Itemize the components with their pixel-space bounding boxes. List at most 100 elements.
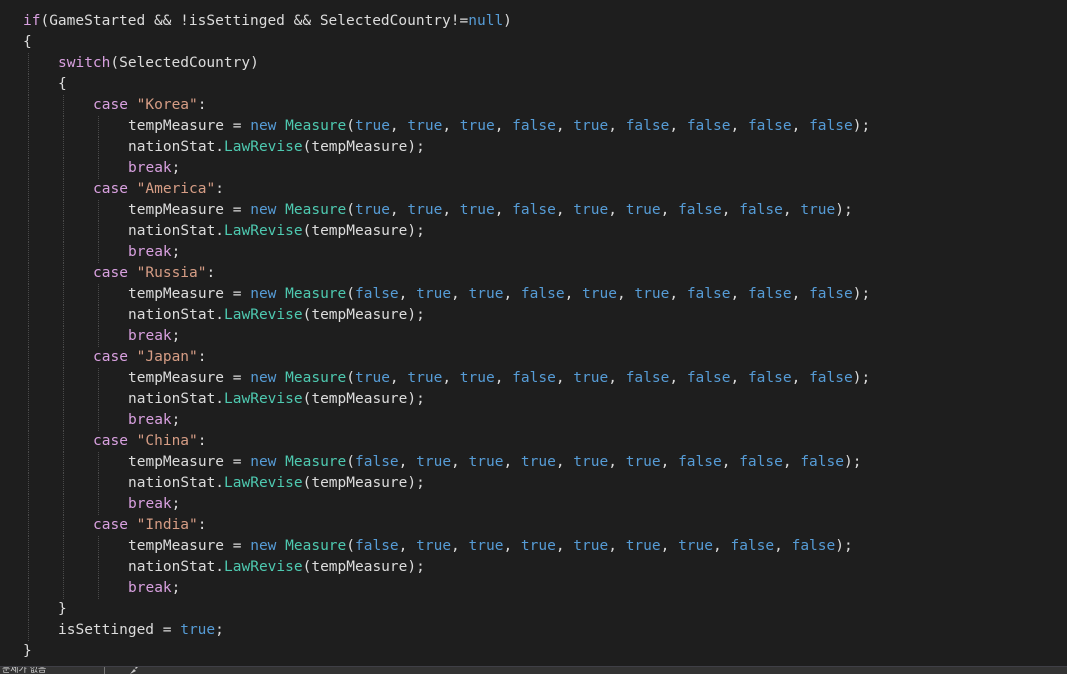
code-line[interactable]: case "Russia":: [0, 263, 1067, 284]
code-token: Measure: [285, 370, 347, 386]
code-line[interactable]: nationStat.LawRevise(tempMeasure);: [0, 389, 1067, 410]
code-token: true: [468, 538, 504, 554]
status-bar: 문제가 없음: [0, 666, 1067, 674]
indent-guide: [28, 326, 29, 347]
code-token: (tempMeasure);: [302, 559, 425, 575]
code-token: tempMeasure =: [128, 370, 251, 386]
code-text: case "China":: [93, 431, 207, 452]
code-token: false: [355, 454, 399, 470]
status-text[interactable]: 문제가 없음: [2, 667, 46, 674]
code-text: break;: [128, 578, 180, 599]
code-token: new: [250, 202, 277, 218]
code-token: ;: [171, 580, 181, 596]
indent-guide: [28, 536, 29, 557]
code-token: true: [573, 118, 609, 134]
code-token: break: [128, 244, 172, 260]
code-line[interactable]: nationStat.LawRevise(tempMeasure);: [0, 557, 1067, 578]
code-line[interactable]: break;: [0, 158, 1067, 179]
code-token: );: [835, 202, 853, 218]
code-token: false: [739, 202, 783, 218]
code-line[interactable]: nationStat.LawRevise(tempMeasure);: [0, 221, 1067, 242]
code-line[interactable]: case "Japan":: [0, 347, 1067, 368]
code-line[interactable]: break;: [0, 326, 1067, 347]
code-text: break;: [128, 494, 180, 515]
code-token: ,: [442, 118, 460, 134]
indent-guide: [98, 557, 99, 578]
code-token: "Japan": [136, 349, 198, 365]
code-token: ,: [608, 454, 626, 470]
code-text: nationStat.LawRevise(tempMeasure);: [128, 557, 425, 578]
code-text: tempMeasure = new Measure(true, true, tr…: [128, 200, 853, 221]
code-token: ,: [782, 454, 801, 470]
code-line[interactable]: tempMeasure = new Measure(false, true, t…: [0, 284, 1067, 305]
code-line[interactable]: {: [0, 74, 1067, 95]
code-line[interactable]: tempMeasure = new Measure(true, true, tr…: [0, 116, 1067, 137]
code-token: ,: [398, 286, 417, 302]
code-line[interactable]: tempMeasure = new Measure(true, true, tr…: [0, 368, 1067, 389]
indent-guide: [28, 473, 29, 494]
code-token: LawRevise: [224, 391, 303, 407]
code-line[interactable]: break;: [0, 410, 1067, 431]
code-line[interactable]: }: [0, 599, 1067, 620]
code-line[interactable]: tempMeasure = new Measure(false, true, t…: [0, 452, 1067, 473]
code-text: tempMeasure = new Measure(true, true, tr…: [128, 116, 870, 137]
code-token: case: [93, 517, 128, 533]
code-line[interactable]: case "India":: [0, 515, 1067, 536]
code-line[interactable]: {: [0, 32, 1067, 53]
code-token: (: [346, 286, 355, 302]
code-token: ,: [608, 202, 626, 218]
code-editor[interactable]: if(GameStarted && !isSettinged && Select…: [0, 0, 1067, 666]
code-token: ,: [555, 538, 574, 554]
code-token: :: [197, 97, 207, 113]
code-token: LawRevise: [224, 559, 303, 575]
code-token: ,: [398, 538, 417, 554]
code-line[interactable]: if(GameStarted && !isSettinged && Select…: [0, 11, 1067, 32]
code-line[interactable]: tempMeasure = new Measure(true, true, tr…: [0, 200, 1067, 221]
code-token: (SelectedCountry): [110, 55, 259, 71]
code-line[interactable]: nationStat.LawRevise(tempMeasure);: [0, 137, 1067, 158]
code-token: ,: [389, 370, 408, 386]
code-line[interactable]: break;: [0, 578, 1067, 599]
code-token: ,: [389, 202, 408, 218]
code-token: true: [468, 286, 504, 302]
code-line[interactable]: case "America":: [0, 179, 1067, 200]
code-line[interactable]: nationStat.LawRevise(tempMeasure);: [0, 473, 1067, 494]
indent-guide: [63, 263, 64, 284]
code-line[interactable]: isSettinged = true;: [0, 620, 1067, 641]
code-text: case "Japan":: [93, 347, 207, 368]
code-token: "China": [136, 433, 198, 449]
code-line[interactable]: case "Korea":: [0, 95, 1067, 116]
code-token: Measure: [285, 454, 347, 470]
indent-guide: [63, 515, 64, 536]
indent-guide: [63, 305, 64, 326]
code-token: (GameStarted && !isSettinged && Selected…: [40, 13, 451, 29]
indent-guide: [98, 578, 99, 599]
indent-guide: [63, 494, 64, 515]
code-token: LawRevise: [224, 475, 303, 491]
code-line[interactable]: nationStat.LawRevise(tempMeasure);: [0, 305, 1067, 326]
indent-guide: [98, 137, 99, 158]
brush-icon[interactable]: [128, 666, 140, 674]
code-token: ,: [398, 454, 417, 470]
indent-guide: [28, 263, 29, 284]
indent-guide: [28, 389, 29, 410]
indent-guide: [28, 347, 29, 368]
code-token: LawRevise: [224, 139, 303, 155]
indent-guide: [28, 578, 29, 599]
indent-guide: [98, 326, 99, 347]
code-token: true: [416, 286, 452, 302]
code-line[interactable]: switch(SelectedCountry): [0, 53, 1067, 74]
code-token: }: [58, 601, 67, 617]
code-token: true: [180, 622, 216, 638]
indent-guide: [98, 494, 99, 515]
code-line[interactable]: case "China":: [0, 431, 1067, 452]
code-line[interactable]: break;: [0, 242, 1067, 263]
code-text: tempMeasure = new Measure(true, true, tr…: [128, 368, 870, 389]
code-line[interactable]: }: [0, 641, 1067, 662]
code-line[interactable]: break;: [0, 494, 1067, 515]
code-line[interactable]: tempMeasure = new Measure(false, true, t…: [0, 536, 1067, 557]
code-token: ,: [494, 118, 513, 134]
code-token: true: [355, 118, 390, 134]
